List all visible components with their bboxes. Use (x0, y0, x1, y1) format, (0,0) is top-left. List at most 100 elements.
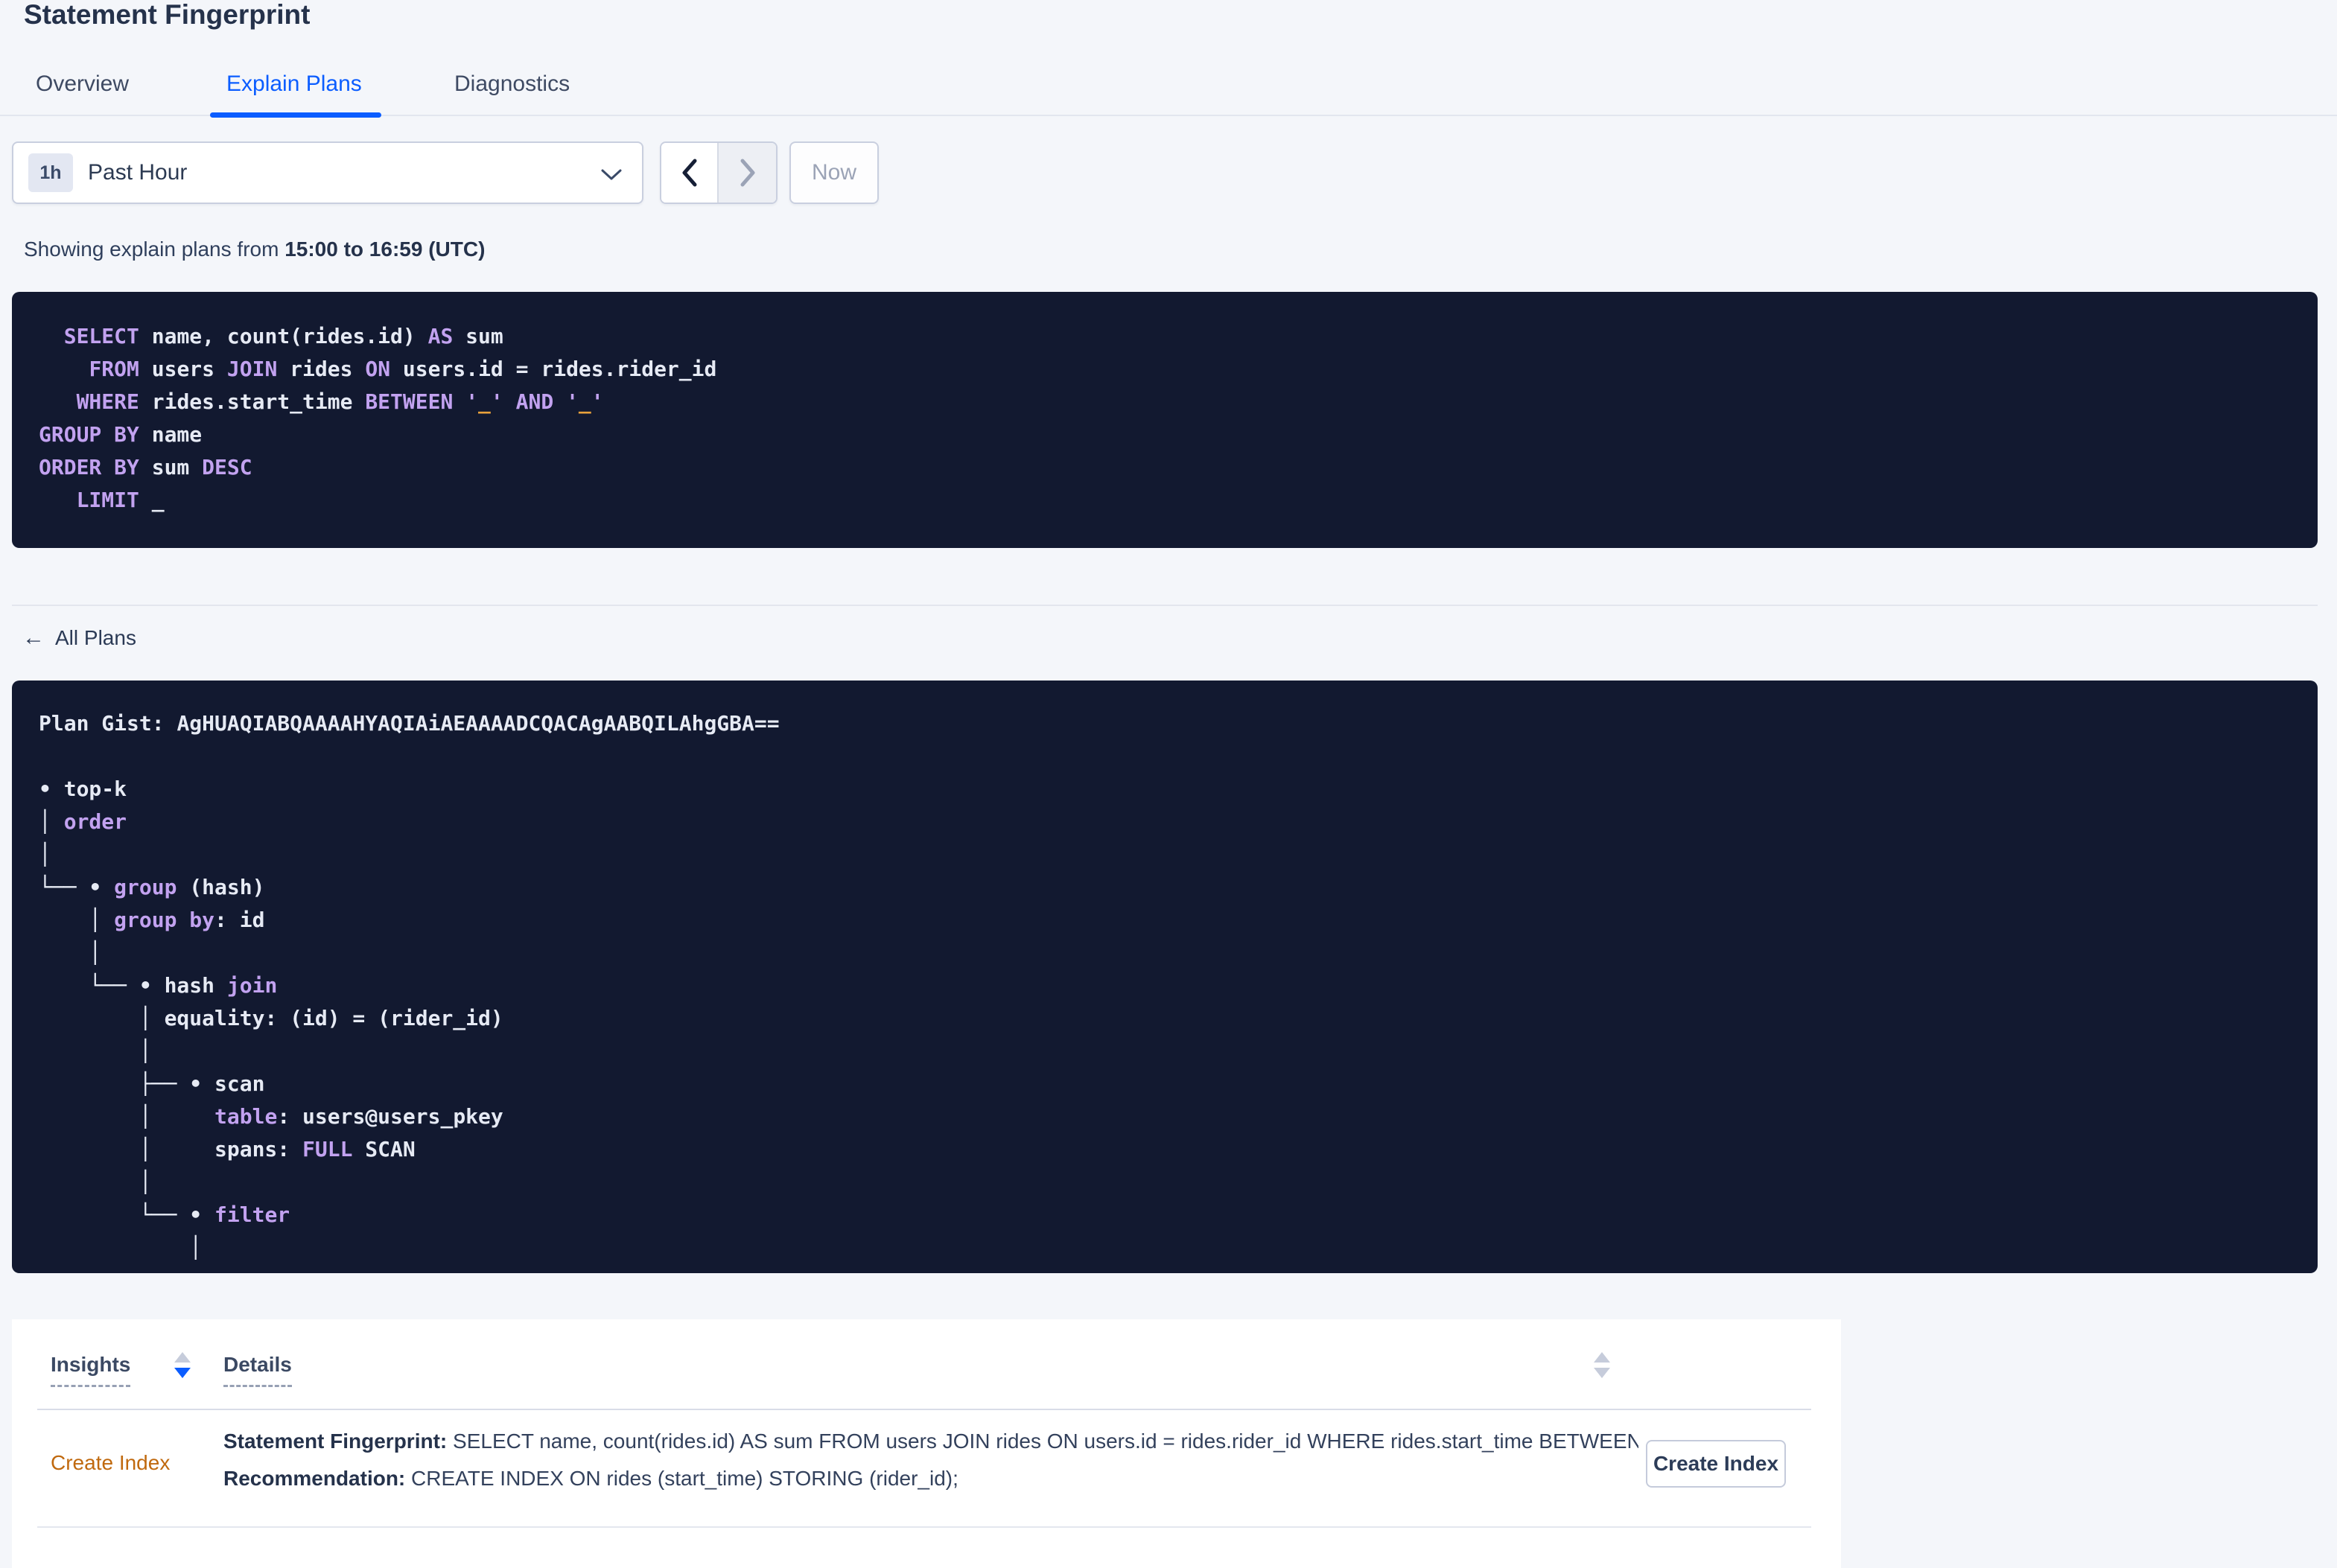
code-token: └── • hash (39, 973, 227, 998)
code-token-keyword: group (114, 875, 177, 899)
time-range-badge: 1h (28, 153, 73, 192)
explain-plan-block: Plan Gist: AgHUAQIABQAAAAHYAQIAiAEAAAADC… (12, 681, 2318, 1273)
code-line: │ (39, 838, 2318, 871)
previous-range-button[interactable] (661, 143, 719, 203)
details-header-label: Details (223, 1353, 292, 1387)
code-token-keyword: GROUP BY (39, 422, 139, 447)
time-range-pager (660, 141, 778, 204)
code-token-keyword: BETWEEN (365, 389, 454, 414)
code-token-keyword: ' (465, 389, 479, 414)
all-plans-label: All Plans (55, 626, 136, 649)
code-token: name, count(rides.id) (139, 324, 428, 348)
code-token-keyword: order (63, 809, 127, 834)
sort-desc-icon (1594, 1368, 1610, 1378)
code-token: └── • (39, 875, 115, 899)
code-token: • top-k (39, 777, 127, 801)
code-token: ├── • scan (39, 1071, 265, 1096)
code-token: rides.start_time (139, 389, 366, 414)
insights-table-card: Insights Details Create Index Statement … (12, 1319, 1841, 1568)
code-token-keyword: join (226, 973, 278, 998)
range-caption: Showing explain plans from 15:00 to 16:5… (24, 237, 485, 262)
table-row-divider (37, 1526, 1811, 1528)
sort-desc-icon (174, 1368, 191, 1378)
insights-sort-control[interactable] (174, 1352, 191, 1378)
code-line: GROUP BY name (39, 418, 2318, 451)
code-token-keyword: WHERE (76, 389, 139, 414)
code-token-keyword: ' (490, 389, 503, 414)
plan-gist-line: Plan Gist: AgHUAQIABQAAAAHYAQIAiAEAAAADC… (39, 707, 2318, 740)
code-line: └── • group (hash) (39, 871, 2318, 904)
code-token: │ (39, 1170, 152, 1194)
all-plans-back-link[interactable]: ← All Plans (22, 625, 136, 651)
code-line: └── • filter (39, 1199, 2318, 1231)
code-token: _ (139, 488, 165, 512)
code-token: : users@users_pkey (277, 1104, 503, 1129)
chevron-right-icon (740, 159, 754, 187)
code-token-keyword: ON (365, 357, 391, 381)
now-button[interactable]: Now (789, 141, 879, 204)
code-token: │ (39, 1235, 203, 1260)
insight-create-index-link[interactable]: Create Index (51, 1451, 170, 1475)
code-token: │ spans: (39, 1137, 303, 1161)
code-line: LIMIT _ (39, 484, 2318, 517)
code-token-keyword: LIMIT (76, 488, 139, 512)
sql-code: SELECT name, count(rides.id) AS sum FROM… (39, 320, 2318, 517)
code-token-keyword: DESC (202, 455, 252, 479)
code-token-keyword: JOIN (226, 357, 278, 381)
code-line: │ group by: id (39, 904, 2318, 937)
code-line: │ spans: FULL SCAN (39, 1133, 2318, 1166)
code-token-keyword: FULL (302, 1137, 353, 1161)
code-line: │ (39, 1035, 2318, 1068)
code-line: ORDER BY sum DESC (39, 451, 2318, 484)
next-range-button[interactable] (719, 143, 776, 203)
code-token: : id (214, 908, 265, 932)
recommendation-value: CREATE INDEX ON rides (start_time) STORI… (405, 1467, 958, 1490)
range-caption-range: 15:00 to 16:59 (UTC) (284, 238, 486, 261)
time-range-label: Past Hour (88, 160, 188, 185)
code-token: │ (39, 809, 64, 834)
sort-asc-icon (174, 1352, 191, 1363)
code-token: users (139, 357, 227, 381)
code-line: │ (39, 937, 2318, 969)
plan-tree: • top-k │ order │ └── • group (hash) │ grou… (39, 773, 2318, 1264)
plan-gist-value: AgHUAQIABQAAAAHYAQIAiAEAAAADCQACAgAABQIL… (177, 711, 780, 736)
code-token: │ (39, 940, 102, 965)
code-token: sum (139, 455, 203, 479)
code-token-keyword: table (214, 1104, 278, 1129)
section-divider (12, 605, 2318, 606)
code-token: │ equality: (id) = (rider_id) (39, 1006, 503, 1030)
tab-diagnostics[interactable]: Diagnostics (454, 71, 570, 97)
create-index-button[interactable]: Create Index (1646, 1440, 1786, 1488)
plan-gist-label: Plan Gist: (39, 711, 177, 736)
code-line: SELECT name, count(rides.id) AS sum (39, 320, 2318, 353)
recommendation-label: Recommendation: (223, 1467, 406, 1490)
sql-statement-block: SELECT name, count(rides.id) AS sum FROM… (12, 292, 2318, 548)
code-token-keyword: _ (578, 389, 591, 414)
code-line: WHERE rides.start_time BETWEEN '_' AND '… (39, 386, 2318, 418)
code-token-keyword: _ (478, 389, 491, 414)
details-sort-control[interactable] (1594, 1352, 1610, 1378)
sort-asc-icon (1594, 1352, 1610, 1363)
time-range-dropdown[interactable]: 1h Past Hour (12, 141, 643, 204)
code-token: └── • (39, 1202, 215, 1227)
code-token: │ (39, 908, 115, 932)
code-token-keyword: group by (114, 908, 215, 932)
code-token-keyword: SELECT (63, 324, 139, 348)
code-token: │ (39, 842, 51, 867)
tab-bar: Overview Explain Plans Diagnostics (0, 58, 2337, 118)
code-token-keyword: ' (566, 389, 579, 414)
code-token: users.id = rides.rider_id (390, 357, 717, 381)
tab-overview[interactable]: Overview (36, 71, 129, 97)
tab-explain-plans[interactable]: Explain Plans (226, 71, 362, 97)
code-token-keyword: AND (515, 389, 554, 414)
column-header-insights[interactable]: Insights (51, 1352, 131, 1387)
code-token: name (139, 422, 203, 447)
column-header-details[interactable]: Details (223, 1352, 292, 1387)
code-line: │ equality: (id) = (rider_id) (39, 1002, 2318, 1035)
